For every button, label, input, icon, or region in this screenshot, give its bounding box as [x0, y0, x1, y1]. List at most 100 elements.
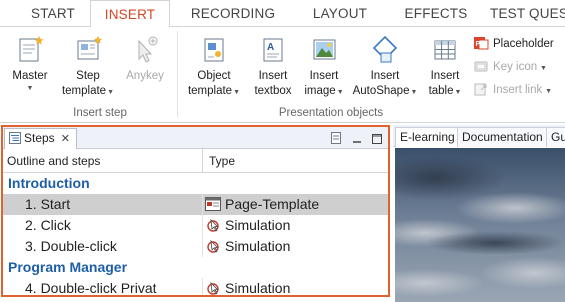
key-icon-label: Key icon — [493, 61, 538, 73]
step-template-button[interactable]: Step template▼ — [58, 33, 118, 100]
step-type: Page-Template — [205, 194, 319, 215]
step-type: Simulation — [205, 215, 290, 236]
table-icon — [434, 40, 456, 60]
textbox-icon: A — [263, 38, 283, 62]
chevron-down-icon: ▼ — [538, 65, 547, 72]
tab-layout[interactable]: LAYOUT — [300, 0, 380, 27]
step-name: 2. Click — [25, 217, 71, 233]
column-header-type[interactable]: Type — [209, 149, 235, 173]
step-name: 1. Start — [25, 196, 71, 212]
step-type-label: Page-Template — [225, 196, 320, 212]
step-type: Simulation — [205, 236, 290, 257]
object-template-label-1: Object — [197, 70, 231, 82]
panel-menu-icon[interactable] — [331, 131, 342, 149]
steps-tab-label: Steps — [24, 131, 55, 145]
tab-guide[interactable]: Gu — [546, 127, 565, 147]
simulation-icon — [207, 218, 219, 232]
anykey-label: Anykey — [126, 70, 164, 82]
image-icon — [313, 39, 336, 60]
steps-column-header: Outline and steps Type — [3, 149, 388, 173]
insert-link-button[interactable]: Insert link ▼ — [473, 81, 552, 99]
object-template-button[interactable]: Object template▼ — [184, 33, 244, 100]
chevron-down-icon: ▼ — [107, 89, 115, 96]
insert-textbox-button[interactable]: A Insert textbox — [248, 33, 298, 99]
tab-test-questions[interactable]: TEST QUES — [490, 0, 565, 27]
step-type: Simulation — [205, 278, 291, 296]
minimize-icon[interactable] — [352, 131, 362, 149]
insert-table-button[interactable]: Insert table▼ — [422, 33, 468, 100]
preview-image — [395, 148, 565, 302]
insert-image-button[interactable]: Insert image▼ — [300, 33, 348, 100]
placeholder-icon: P — [474, 37, 489, 50]
step-type-label: Simulation — [225, 238, 291, 254]
tab-start[interactable]: START — [16, 0, 90, 27]
simulation-icon — [207, 281, 219, 295]
insert-image-label-2: image — [304, 85, 336, 97]
key-icon — [474, 61, 488, 72]
steps-panel: Steps ✕ Outline and steps Type Introducti… — [1, 125, 390, 297]
chevron-down-icon: ▼ — [26, 85, 34, 92]
simulation-icon — [207, 239, 219, 253]
group-separator — [177, 31, 178, 117]
tab-recording[interactable]: RECORDING — [180, 0, 286, 27]
preview-tab-bar: E-learning Documentation Gu — [393, 125, 565, 147]
section-row[interactable]: Program Manager — [3, 257, 388, 278]
table-row[interactable]: 3. Double-click Simulation — [3, 236, 388, 257]
master-button[interactable]: Master ▼ — [4, 33, 56, 94]
tab-e-learning[interactable]: E-learning — [395, 127, 460, 147]
step-name: 4. Double-click Privat — [25, 280, 157, 296]
panel-window-controls — [325, 131, 382, 149]
anykey-icon — [138, 36, 158, 63]
master-label: Master — [12, 70, 48, 82]
maximize-icon[interactable] — [372, 131, 382, 149]
insert-autoshape-label-1: Insert — [370, 70, 400, 82]
steps-list: Introduction 1. Start Page-Template 2. C… — [3, 173, 388, 296]
table-row[interactable]: 4. Double-click Privat Simulation — [3, 278, 388, 296]
column-divider[interactable] — [202, 149, 203, 173]
anykey-button[interactable]: Anykey — [122, 33, 168, 84]
close-icon[interactable]: ✕ — [61, 133, 70, 145]
insert-image-label-1: Insert — [309, 70, 339, 82]
steps-tab[interactable]: Steps ✕ — [4, 128, 77, 149]
column-divider — [202, 278, 203, 295]
column-divider — [202, 236, 203, 257]
tab-documentation[interactable]: Documentation — [457, 127, 548, 147]
insert-link-label: Insert link — [493, 84, 543, 96]
steps-panel-header: Steps ✕ — [3, 127, 388, 149]
presentation-objects-group-label: Presentation objects — [278, 107, 384, 119]
preview-pane: E-learning Documentation Gu — [393, 125, 565, 302]
ribbon: Master ▼ Step template▼ Anykey Insert st… — [0, 27, 565, 123]
column-header-outline[interactable]: Outline and steps — [7, 149, 100, 173]
insert-table-label-1: Insert — [430, 70, 460, 82]
object-template-icon — [204, 38, 224, 62]
table-row[interactable]: 2. Click Simulation — [3, 215, 388, 236]
svg-text:A: A — [267, 42, 274, 53]
insert-autoshape-button[interactable]: Insert AutoShape▼ — [352, 33, 418, 100]
object-template-label-2: template — [187, 85, 233, 97]
insert-autoshape-label-2: AutoShape — [352, 85, 410, 97]
sky-background-image — [395, 148, 565, 302]
link-icon — [474, 83, 487, 96]
step-template-label-2: template — [61, 85, 107, 97]
chevron-down-icon: ▼ — [233, 89, 241, 96]
step-type-label: Simulation — [225, 280, 291, 296]
step-name: 3. Double-click — [25, 238, 117, 254]
chevron-down-icon: ▼ — [543, 88, 553, 95]
insert-step-group-label: Insert step — [73, 107, 127, 119]
chevron-down-icon: ▼ — [410, 89, 418, 96]
step-template-label-1: Step — [76, 70, 100, 82]
key-icon-button[interactable]: Key icon ▼ — [473, 58, 547, 76]
placeholder-button[interactable]: P Placeholder — [473, 35, 554, 53]
column-divider — [202, 194, 203, 215]
tab-effects[interactable]: EFFECTS — [392, 0, 480, 27]
insert-table-label-2: table — [428, 85, 454, 97]
tab-insert[interactable]: INSERT — [90, 0, 170, 28]
chevron-down-icon: ▼ — [336, 89, 344, 96]
table-row[interactable]: 1. Start Page-Template — [3, 194, 388, 215]
section-name: Introduction — [8, 175, 90, 191]
master-icon — [19, 36, 44, 62]
column-divider — [202, 215, 203, 236]
section-row[interactable]: Introduction — [3, 173, 388, 194]
page-template-icon — [205, 197, 221, 211]
insert-textbox-label-1: Insert — [258, 70, 288, 82]
